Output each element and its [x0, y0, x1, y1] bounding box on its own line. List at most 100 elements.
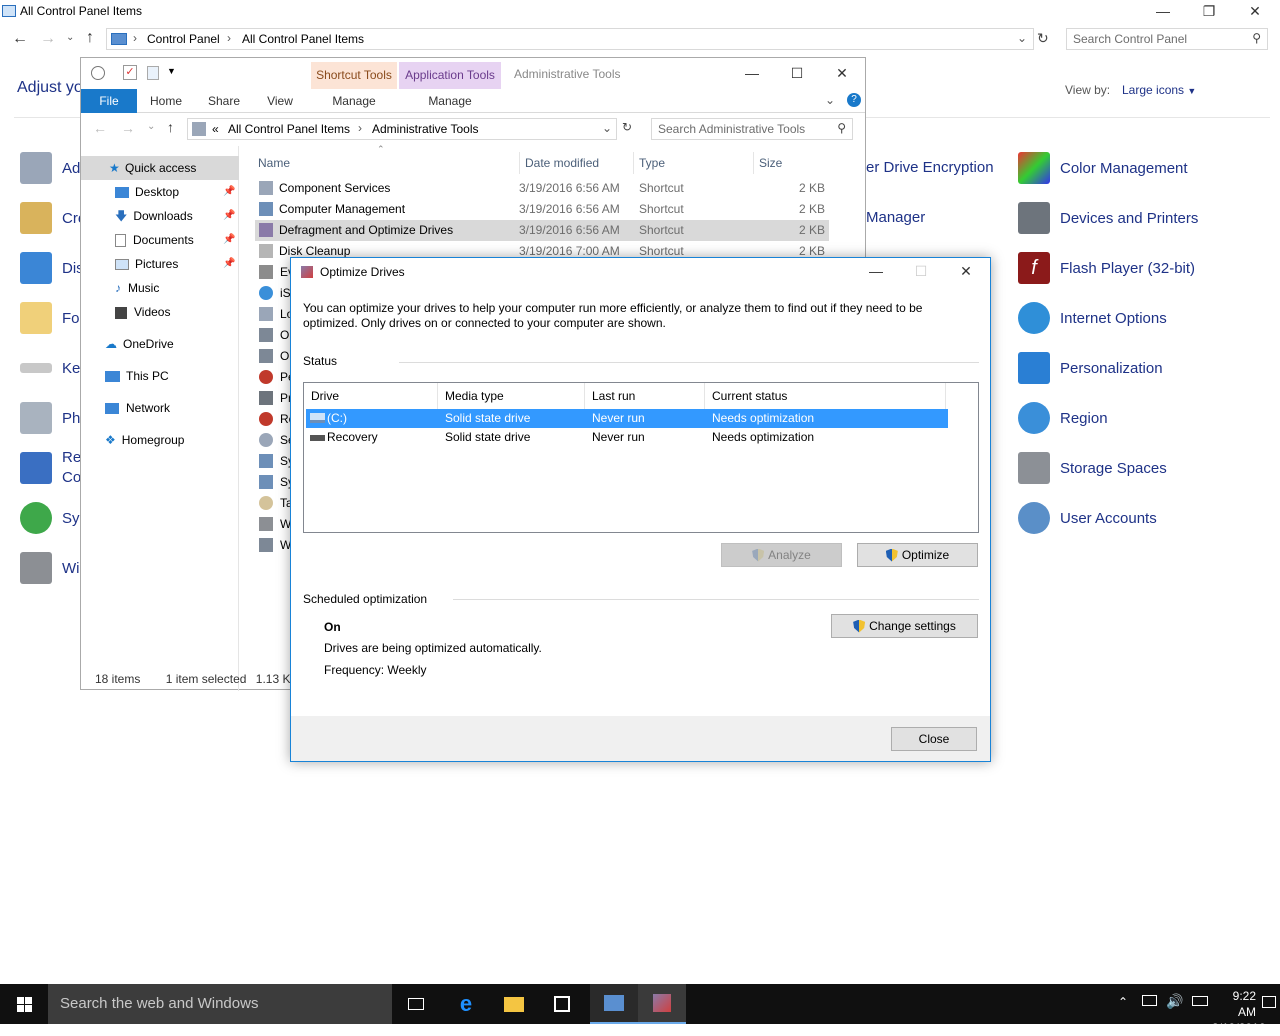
minimize-button[interactable]: — [729, 62, 775, 84]
cp-item-bitlocker[interactable]: er Drive Encryption [866, 159, 994, 176]
quick-access-dropdown-icon[interactable]: ▼ [167, 66, 176, 76]
file-row[interactable]: Ta [259, 493, 293, 514]
forward-icon[interactable]: → [121, 120, 135, 136]
checkmark-icon[interactable]: ✓ [123, 65, 137, 80]
up-icon[interactable]: ↑ [86, 29, 94, 47]
minimize-button[interactable]: — [853, 260, 899, 282]
file-row[interactable]: Ev [259, 262, 294, 283]
tab-share[interactable]: Share [199, 89, 249, 113]
refresh-icon[interactable]: ↻ [1037, 30, 1049, 47]
drive-list[interactable]: Drive Media type Last run Current status… [303, 382, 979, 533]
file-row-selected[interactable]: Defragment and Optimize Drives 3/19/2016… [255, 220, 829, 241]
explorer-address-bar[interactable]: « All Control Panel Items › Administrati… [187, 118, 617, 140]
keyboard-icon[interactable] [1192, 996, 1208, 1006]
cp-item-credential[interactable]: Cre [20, 198, 86, 238]
cp-item-windows-firewall[interactable]: Wi [20, 548, 80, 588]
cp-item-region[interactable]: Region [1018, 398, 1108, 438]
cp-item-fonts[interactable]: Fo [20, 298, 80, 338]
search-input[interactable]: Search Control Panel ⚲ [1066, 28, 1268, 50]
file-row[interactable]: Lo [259, 304, 293, 325]
file-row[interactable]: Sy [259, 451, 294, 472]
cp-item-flash-player[interactable]: f Flash Player (32-bit) [1018, 248, 1195, 288]
cp-item-administrative[interactable]: Ad [20, 148, 80, 188]
file-row[interactable]: W [259, 514, 291, 535]
action-center-icon[interactable] [1262, 996, 1276, 1008]
nav-homegroup[interactable]: ❖ Homegroup [81, 428, 239, 452]
drive-row-selected[interactable]: (C:) Solid state drive Never run Needs o… [306, 409, 948, 428]
nav-documents[interactable]: Documents 📌 [81, 228, 239, 252]
nav-downloads[interactable]: 🡇 Downloads 📌 [81, 204, 239, 228]
task-view-button[interactable] [392, 984, 440, 1024]
cp-item-personalization[interactable]: Personalization [1018, 348, 1163, 388]
view-by-dropdown[interactable]: Large icons ▼ [1122, 83, 1196, 97]
cp-item-remote[interactable]: Re Co [20, 448, 81, 488]
nav-music[interactable]: ♪ Music [81, 276, 239, 300]
cp-item-sync[interactable]: Sy [20, 498, 80, 538]
cp-item-internet-options[interactable]: Internet Options [1018, 298, 1167, 338]
breadcrumb-admin-tools[interactable]: Administrative Tools [372, 122, 479, 136]
volume-icon[interactable]: 🔊 [1166, 993, 1183, 1010]
taskbar-search-box[interactable]: Search the web and Windows [48, 984, 392, 1024]
close-button[interactable]: ✕ [943, 260, 989, 282]
start-button[interactable] [0, 984, 48, 1024]
file-row[interactable]: Se [259, 430, 295, 451]
file-row[interactable]: Component Services 3/19/2016 6:56 AM Sho… [255, 178, 829, 199]
chevron-down-icon[interactable]: ⌄ [602, 121, 612, 135]
column-media-type[interactable]: Media type [438, 383, 585, 409]
restore-button[interactable]: ❐ [1186, 0, 1232, 22]
cp-item-keyboard[interactable]: Ke [20, 348, 80, 388]
nav-pictures[interactable]: Pictures 📌 [81, 252, 239, 276]
column-type[interactable]: Type [633, 152, 665, 174]
properties-icon[interactable] [91, 66, 105, 80]
pin-icon[interactable]: 📌 [223, 228, 235, 252]
breadcrumb-all-items[interactable]: All Control Panel Items [242, 32, 364, 46]
file-row[interactable]: Computer Management 3/19/2016 6:56 AM Sh… [255, 199, 829, 220]
nav-videos[interactable]: Videos [81, 300, 239, 324]
network-icon[interactable] [1142, 995, 1157, 1006]
close-button[interactable]: ✕ [1232, 0, 1278, 22]
nav-quick-access[interactable]: ★ Quick access [81, 156, 239, 180]
column-last-run[interactable]: Last run [585, 383, 705, 409]
cp-item-phone[interactable]: Ph [20, 398, 80, 438]
column-name[interactable]: Name [258, 152, 290, 174]
chevron-down-icon[interactable]: ⌄ [66, 32, 74, 43]
chevron-down-icon[interactable]: ⌄ [1017, 31, 1027, 45]
change-settings-button[interactable]: Change settings [831, 614, 978, 638]
tab-file[interactable]: File [81, 89, 137, 113]
file-row[interactable]: O [259, 346, 289, 367]
cp-item-display[interactable]: Dis [20, 248, 84, 288]
store-button[interactable] [538, 984, 586, 1024]
tab-manage-application[interactable]: Manage [399, 89, 501, 113]
back-icon[interactable]: ← [12, 30, 28, 48]
back-icon[interactable]: ← [93, 120, 107, 136]
file-row[interactable]: Pe [259, 367, 295, 388]
pin-icon[interactable]: 📌 [223, 204, 235, 228]
breadcrumb-prefix[interactable]: « [212, 122, 219, 136]
file-row[interactable]: W [259, 535, 291, 556]
clock[interactable]: 9:22 AM 3/19/2016 [1212, 988, 1265, 1036]
ribbon-expand-icon[interactable]: ⌄ [825, 93, 835, 107]
new-folder-icon[interactable] [147, 66, 159, 80]
nav-this-pc[interactable]: This PC [81, 364, 239, 388]
cp-item-device-manager[interactable]: Manager [866, 209, 925, 226]
forward-icon[interactable]: → [40, 30, 56, 48]
column-current-status[interactable]: Current status [705, 383, 946, 409]
breadcrumb-control-panel[interactable]: Control Panel [147, 32, 220, 46]
nav-desktop[interactable]: Desktop 📌 [81, 180, 239, 204]
column-size[interactable]: Size [753, 152, 782, 174]
cp-item-devices-printers[interactable]: Devices and Printers [1018, 198, 1198, 238]
close-dialog-button[interactable]: Close [891, 727, 977, 751]
control-panel-taskbar-button[interactable] [590, 984, 638, 1024]
file-row[interactable]: Pr [259, 388, 292, 409]
explorer-search-input[interactable]: Search Administrative Tools ⚲ [651, 118, 853, 140]
edge-button[interactable]: e [442, 984, 490, 1024]
chevron-up-icon[interactable]: ⌃ [1118, 995, 1128, 1009]
file-row[interactable]: Sy [259, 472, 294, 493]
file-row[interactable]: Re [259, 409, 295, 430]
cp-item-color-management[interactable]: Color Management [1018, 148, 1188, 188]
address-bar[interactable]: › Control Panel › All Control Panel Item… [106, 28, 1034, 50]
drive-row[interactable]: Recovery Solid state drive Never run Nee… [306, 428, 948, 447]
pin-icon[interactable]: 📌 [223, 180, 235, 204]
file-explorer-button[interactable] [490, 984, 538, 1024]
refresh-icon[interactable]: ↻ [622, 120, 632, 134]
